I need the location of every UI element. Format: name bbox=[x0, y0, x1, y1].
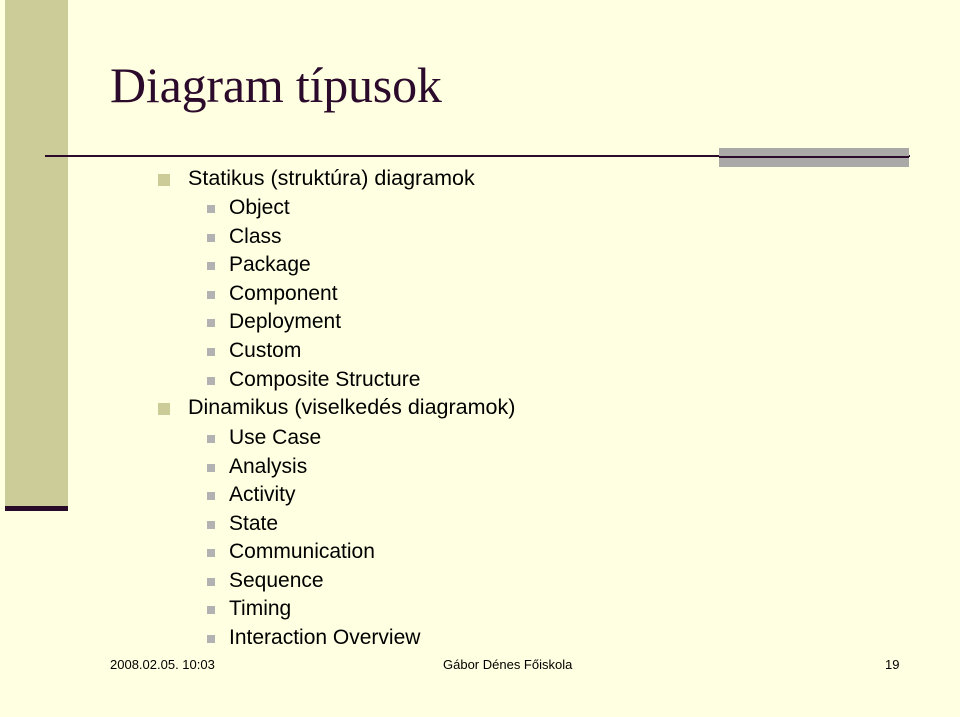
list-item-label: Component bbox=[229, 282, 338, 305]
square-bullet-icon bbox=[207, 635, 215, 643]
square-bullet-icon bbox=[207, 435, 215, 443]
list-item: Communication bbox=[207, 540, 375, 563]
list-item: Package bbox=[207, 253, 311, 276]
list-item: Component bbox=[207, 282, 338, 305]
section-static: Statikus (struktúra) diagramok bbox=[158, 166, 475, 190]
square-bullet-icon bbox=[207, 348, 215, 356]
footer-organization: Gábor Dénes Főiskola bbox=[443, 657, 573, 672]
list-item-label: Activity bbox=[229, 483, 296, 506]
square-bullet-icon bbox=[207, 492, 215, 500]
list-item: Timing bbox=[207, 597, 292, 620]
list-item-label: Composite Structure bbox=[229, 368, 421, 391]
list-item-label: Class bbox=[229, 225, 282, 248]
square-bullet-icon bbox=[207, 262, 215, 270]
square-bullet-icon bbox=[207, 205, 215, 213]
left-accent-bar bbox=[5, 0, 68, 506]
list-item-label: Deployment bbox=[229, 310, 342, 333]
list-item-label: Use Case bbox=[229, 426, 322, 449]
list-item-label: Sequence bbox=[229, 569, 324, 592]
square-bullet-icon bbox=[158, 174, 170, 186]
list-item-label: State bbox=[229, 512, 279, 535]
list-item: Analysis bbox=[207, 455, 308, 478]
list-item: Use Case bbox=[207, 426, 322, 449]
list-item: Class bbox=[207, 225, 282, 248]
square-bullet-icon bbox=[207, 291, 215, 299]
list-item: Interaction Overview bbox=[207, 626, 421, 649]
section-dynamic: Dinamikus (viselkedés diagramok) bbox=[158, 395, 516, 419]
square-bullet-icon bbox=[207, 549, 215, 557]
list-item: Activity bbox=[207, 483, 296, 506]
section-label: Statikus (struktúra) diagramok bbox=[188, 166, 475, 190]
list-item: Object bbox=[207, 196, 290, 219]
square-bullet-icon bbox=[207, 464, 215, 472]
list-item-label: Object bbox=[229, 196, 290, 219]
section-label: Dinamikus (viselkedés diagramok) bbox=[188, 395, 516, 419]
list-item: Sequence bbox=[207, 569, 324, 592]
title-divider-accent-line bbox=[719, 156, 909, 158]
square-bullet-icon bbox=[207, 606, 215, 614]
list-item: State bbox=[207, 512, 279, 535]
list-item: Composite Structure bbox=[207, 368, 421, 391]
list-item-label: Analysis bbox=[229, 455, 308, 478]
list-item: Deployment bbox=[207, 310, 342, 333]
list-item-label: Custom bbox=[229, 339, 302, 362]
slide-title: Diagram típusok bbox=[110, 57, 442, 113]
left-accent-rule bbox=[5, 506, 68, 511]
list-item-label: Timing bbox=[229, 597, 292, 620]
footer-page-number: 19 bbox=[885, 657, 900, 672]
square-bullet-icon bbox=[207, 578, 215, 586]
square-bullet-icon bbox=[207, 521, 215, 529]
square-bullet-icon bbox=[207, 234, 215, 242]
footer-date: 2008.02.05. 10:03 bbox=[110, 657, 215, 672]
square-bullet-icon bbox=[207, 319, 215, 327]
list-item-label: Package bbox=[229, 253, 311, 276]
list-item-label: Communication bbox=[229, 540, 375, 563]
list-item-label: Interaction Overview bbox=[229, 626, 421, 649]
square-bullet-icon bbox=[207, 377, 215, 385]
square-bullet-icon bbox=[158, 403, 170, 415]
list-item: Custom bbox=[207, 339, 302, 362]
